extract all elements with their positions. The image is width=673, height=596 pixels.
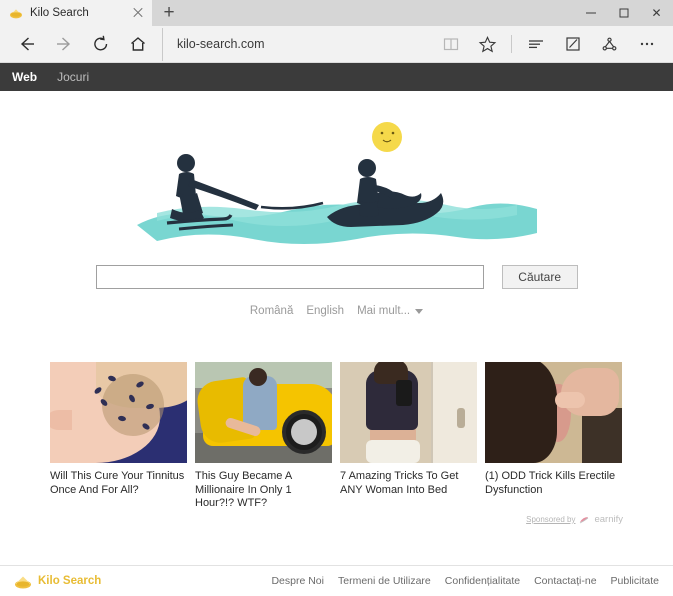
browser-tab[interactable]: Kilo Search [0, 0, 152, 26]
refresh-icon[interactable] [82, 28, 119, 61]
back-arrow-icon[interactable] [8, 28, 45, 61]
ad-caption[interactable]: This Guy Became A Millionaire In Only 1 … [195, 470, 332, 511]
address-text: kilo-search.com [177, 37, 265, 51]
toolbar-right-icons [432, 28, 665, 61]
footer-link-confidentialitate[interactable]: Confidențialitate [445, 575, 520, 587]
more-ellipsis-icon[interactable] [628, 28, 665, 61]
kilo-logo-icon [9, 6, 23, 20]
nav-item-jocuri[interactable]: Jocuri [57, 70, 89, 84]
ad-caption[interactable]: Will This Cure Your Tinnitus Once And Fo… [50, 470, 187, 497]
window-controls: ✕ [574, 0, 673, 26]
star-icon[interactable] [469, 28, 506, 61]
ad-card[interactable]: (1) ODD Trick Kills Erectile Dysfunction [485, 362, 622, 511]
pencil-square-icon[interactable] [554, 28, 591, 61]
water-ski-jetski-doodle [127, 113, 547, 253]
site-nav-bar: Web Jocuri [0, 63, 673, 91]
ad-card[interactable]: 7 Amazing Tricks To Get ANY Woman Into B… [340, 362, 477, 511]
home-icon[interactable] [119, 28, 156, 61]
language-more-label: Mai mult... [357, 305, 411, 317]
forward-arrow-icon[interactable] [45, 28, 82, 61]
close-button[interactable]: ✕ [640, 0, 673, 26]
tab-title: Kilo Search [30, 7, 89, 19]
sun-smiley-icon [371, 122, 402, 152]
footer-logo[interactable]: Kilo Search [14, 574, 101, 589]
chevron-down-icon [415, 308, 424, 314]
new-tab-button[interactable] [152, 0, 186, 26]
browser-toolbar: kilo-search.com [0, 26, 673, 63]
language-link-english[interactable]: English [306, 305, 344, 317]
footer-link-despre-noi[interactable]: Despre Noi [271, 575, 324, 587]
face-with-insects-illustration[interactable] [50, 362, 187, 463]
footer-link-publicitate[interactable]: Publicitate [611, 575, 659, 587]
minimize-button[interactable] [574, 0, 607, 26]
hub-lines-icon[interactable] [517, 28, 554, 61]
language-links: Română English Mai mult... [250, 305, 424, 317]
ad-caption[interactable]: (1) ODD Trick Kills Erectile Dysfunction [485, 470, 622, 497]
close-icon[interactable] [130, 5, 146, 21]
sponsor-attribution[interactable]: Sponsored by earnify [526, 514, 623, 525]
ad-caption[interactable]: 7 Amazing Tricks To Get ANY Woman Into B… [340, 470, 477, 497]
footer-link-termeni[interactable]: Termeni de Utilizare [338, 575, 431, 587]
hand-touching-ear-photo[interactable] [485, 362, 622, 463]
sponsored-by-label: Sponsored by [526, 515, 576, 524]
maximize-button[interactable] [607, 0, 640, 26]
book-icon[interactable] [432, 28, 469, 61]
earnify-logo-icon [579, 515, 590, 525]
footer-link-contact[interactable]: Contactați-ne [534, 575, 596, 587]
man-in-yellow-sports-car-photo[interactable] [195, 362, 332, 463]
browser-window: Kilo Search ✕ [0, 0, 673, 596]
search-input[interactable] [95, 265, 484, 289]
page-footer: Kilo Search Despre Noi Termeni de Utiliz… [0, 565, 673, 596]
kilo-logo-icon [14, 574, 32, 589]
language-more-dropdown[interactable]: Mai mult... [357, 305, 424, 317]
ad-card[interactable]: This Guy Became A Millionaire In Only 1 … [195, 362, 332, 511]
search-form: Căutare [95, 265, 578, 289]
search-button[interactable]: Căutare [501, 265, 578, 289]
ad-card[interactable]: Will This Cure Your Tinnitus Once And Fo… [50, 362, 187, 511]
address-bar[interactable]: kilo-search.com [162, 27, 432, 61]
nav-item-web[interactable]: Web [12, 70, 37, 84]
footer-logo-text: Kilo Search [38, 575, 102, 587]
page-content: Căutare Română English Mai mult... Will … [0, 91, 673, 596]
title-bar: Kilo Search ✕ [0, 0, 673, 26]
woman-mirror-selfie-photo[interactable] [340, 362, 477, 463]
sponsored-ads-row: Will This Cure Your Tinnitus Once And Fo… [50, 362, 623, 525]
share-icon[interactable] [591, 28, 628, 61]
footer-links: Despre Noi Termeni de Utilizare Confiden… [271, 575, 659, 587]
toolbar-divider [511, 35, 512, 53]
sponsor-brand: earnify [594, 514, 623, 525]
language-link-romana[interactable]: Română [250, 305, 293, 317]
